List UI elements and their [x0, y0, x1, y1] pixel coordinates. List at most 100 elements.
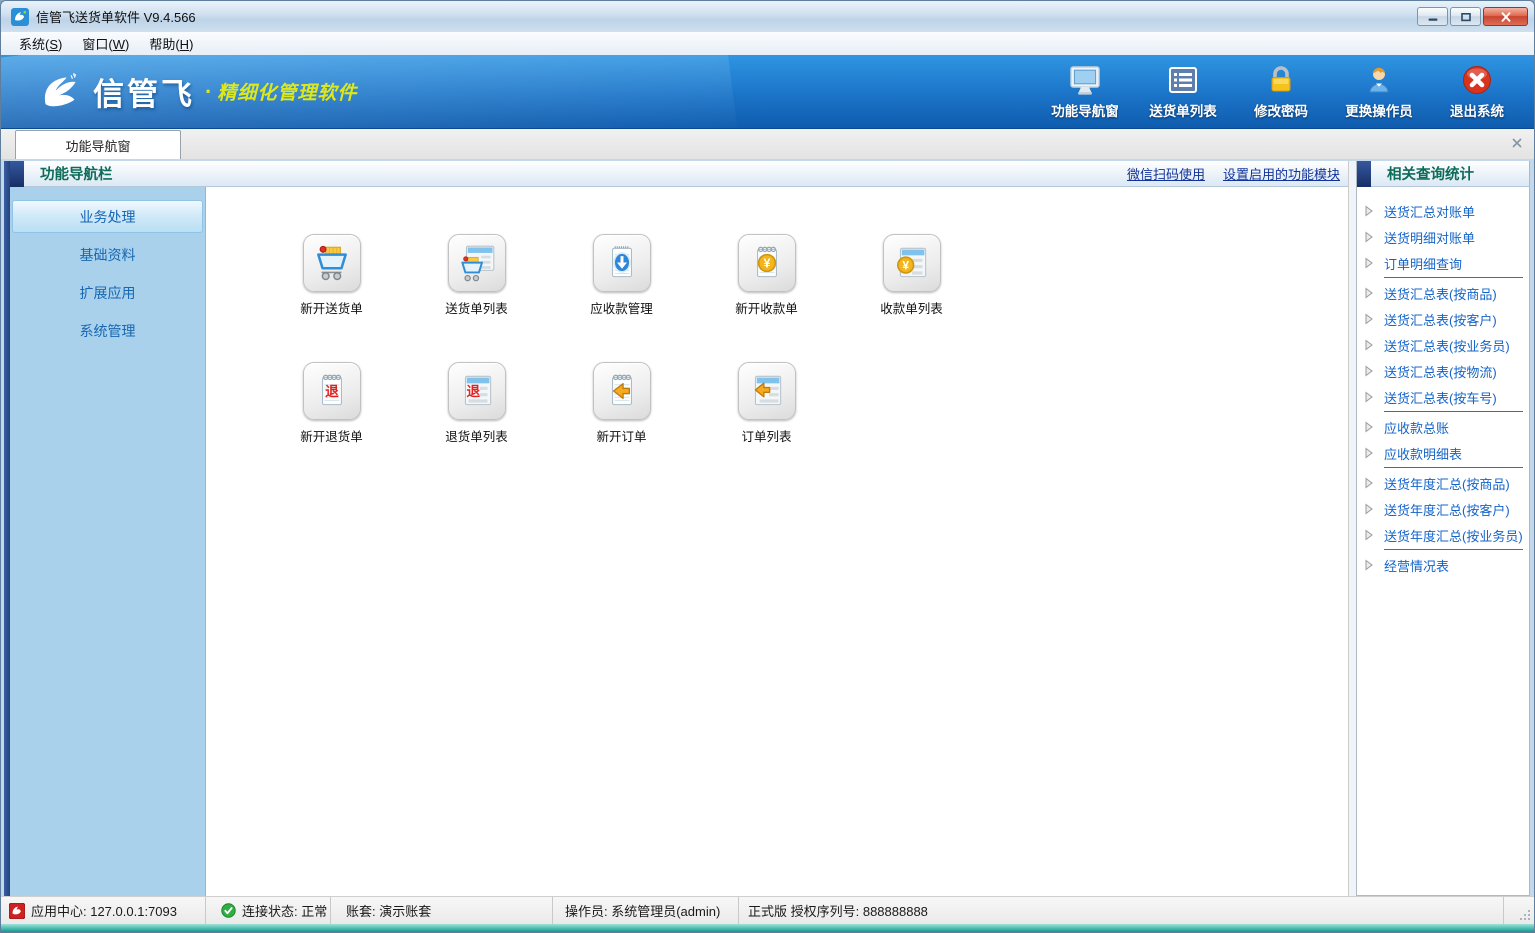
- query-link[interactable]: 送货明细对账单: [1357, 224, 1529, 250]
- app-logo-icon: [11, 8, 29, 26]
- query-panel: 相关查询统计 送货汇总对账单 送货明细对账单 订单明细查询 送货汇总表(按商品)…: [1356, 161, 1530, 896]
- grid-item-order-list[interactable]: 订单列表: [694, 362, 839, 445]
- divider: [1384, 277, 1523, 278]
- return-list-icon: 退: [448, 362, 506, 420]
- triangle-right-icon: [1364, 447, 1374, 459]
- query-link[interactable]: 送货汇总表(按物流): [1357, 358, 1529, 384]
- triangle-right-icon: [1364, 205, 1374, 217]
- menu-help[interactable]: 帮助(H): [139, 32, 203, 55]
- grid-item-new-delivery-order[interactable]: 新开送货单: [259, 234, 404, 317]
- toolbar-change-password-button[interactable]: 修改密码: [1242, 63, 1320, 120]
- wechat-scan-link[interactable]: 微信扫码使用: [1127, 164, 1205, 183]
- query-link[interactable]: 经营情况表: [1357, 552, 1529, 578]
- triangle-right-icon: [1364, 339, 1374, 351]
- status-connection: 连接状态: 正常: [206, 897, 331, 924]
- nav-panel-title: 功能导航栏: [40, 163, 113, 184]
- svg-text:退: 退: [466, 384, 480, 399]
- divider: [1384, 411, 1523, 412]
- header-accent-block: [1357, 161, 1371, 187]
- query-link[interactable]: 订单明细查询: [1357, 250, 1529, 276]
- nav-panel-header: 功能导航栏 微信扫码使用 设置启用的功能模块: [10, 161, 1348, 187]
- brand-dot: ·: [205, 79, 212, 105]
- receipt-icon: ¥: [738, 234, 796, 292]
- query-link[interactable]: 送货年度汇总(按商品): [1357, 470, 1529, 496]
- sidebar-item-basic-data[interactable]: 基础资料: [12, 238, 203, 271]
- grid-item-receipt-list[interactable]: ¥ 收款单列表: [839, 234, 984, 317]
- svg-text:¥: ¥: [763, 257, 770, 271]
- triangle-right-icon: [1364, 421, 1374, 433]
- minimize-button[interactable]: [1417, 7, 1448, 26]
- order-list-icon: [738, 362, 796, 420]
- grid-item-receivables-management[interactable]: 应收款管理: [549, 234, 694, 317]
- triangle-right-icon: [1364, 529, 1374, 541]
- menubar: 系统(S) 窗口(W) 帮助(H): [1, 32, 1534, 55]
- query-link[interactable]: 送货汇总表(按商品): [1357, 280, 1529, 306]
- query-link[interactable]: 送货汇总表(按业务员): [1357, 332, 1529, 358]
- titlebar: 信管飞送货单软件 V9.4.566: [1, 1, 1534, 32]
- header-links: 微信扫码使用 设置启用的功能模块: [1127, 164, 1340, 183]
- receipt-list-icon: ¥: [883, 234, 941, 292]
- window-bottom-edge: [1, 924, 1534, 932]
- query-link[interactable]: 送货汇总表(按车号): [1357, 384, 1529, 410]
- toolbar-switch-operator-button[interactable]: 更换操作员: [1340, 63, 1418, 120]
- cart-icon: [303, 234, 361, 292]
- restore-button[interactable]: [1450, 7, 1481, 26]
- header-toolbar: 功能导航窗 送货单列表: [1046, 63, 1516, 120]
- tabstrip: 功能导航窗: [1, 129, 1534, 159]
- query-link[interactable]: 送货汇总表(按客户): [1357, 306, 1529, 332]
- brand: 信管飞 · 精细化管理软件: [37, 69, 357, 114]
- sidebar: 业务处理 基础资料 扩展应用 系统管理: [10, 187, 206, 896]
- triangle-right-icon: [1364, 257, 1374, 269]
- grid-item-new-receipt[interactable]: ¥ 新开收款单: [694, 234, 839, 317]
- panel-gap: [1348, 161, 1356, 896]
- module-settings-link[interactable]: 设置启用的功能模块: [1223, 164, 1340, 183]
- resize-grip[interactable]: [1504, 897, 1534, 924]
- toolbar-delivery-list-button[interactable]: 送货单列表: [1144, 63, 1222, 120]
- brand-name: 信管飞: [93, 69, 195, 114]
- triangle-right-icon: [1364, 391, 1374, 403]
- lock-icon: [1264, 63, 1298, 97]
- brand-logo-icon: [37, 72, 83, 112]
- triangle-right-icon: [1364, 477, 1374, 489]
- triangle-right-icon: [1364, 365, 1374, 377]
- close-tab-icon[interactable]: [1510, 136, 1524, 150]
- grid-item-new-order[interactable]: 新开订单: [549, 362, 694, 445]
- close-button[interactable]: [1483, 7, 1528, 26]
- nav-body: 业务处理 基础资料 扩展应用 系统管理: [10, 187, 1348, 896]
- check-circle-icon: [221, 903, 236, 918]
- query-link[interactable]: 送货汇总对账单: [1357, 198, 1529, 224]
- app-window: 信管飞送货单软件 V9.4.566 系统(S) 窗口(W) 帮助(H): [0, 0, 1535, 933]
- monitor-icon: [1068, 63, 1102, 97]
- divider: [1384, 467, 1523, 468]
- query-panel-header: 相关查询统计: [1357, 161, 1529, 187]
- svg-text:退: 退: [325, 384, 339, 399]
- tab-nav-window[interactable]: 功能导航窗: [15, 130, 181, 159]
- query-link[interactable]: 送货年度汇总(按业务员): [1357, 522, 1529, 548]
- main-area: 功能导航栏 微信扫码使用 设置启用的功能模块 业务处理 基础资料 扩展应用 系统…: [1, 159, 1534, 896]
- menu-window[interactable]: 窗口(W): [72, 32, 139, 55]
- triangle-right-icon: [1364, 559, 1374, 571]
- triangle-right-icon: [1364, 503, 1374, 515]
- sidebar-item-extensions[interactable]: 扩展应用: [12, 276, 203, 309]
- receivables-icon: [593, 234, 651, 292]
- sidebar-item-system[interactable]: 系统管理: [12, 314, 203, 347]
- cart-list-icon: [448, 234, 506, 292]
- sidebar-item-business[interactable]: 业务处理: [12, 200, 203, 233]
- toolbar-nav-window-button[interactable]: 功能导航窗: [1046, 63, 1124, 120]
- svg-text:¥: ¥: [902, 259, 909, 273]
- toolbar-exit-button[interactable]: 退出系统: [1438, 63, 1516, 120]
- grid-item-delivery-order-list[interactable]: 送货单列表: [404, 234, 549, 317]
- menu-system[interactable]: 系统(S): [9, 32, 72, 55]
- grid-item-new-return-order[interactable]: 退 新开退货单: [259, 362, 404, 445]
- query-link[interactable]: 应收款总账: [1357, 414, 1529, 440]
- query-panel-title: 相关查询统计: [1387, 163, 1474, 184]
- user-icon: [1362, 63, 1396, 97]
- grid-row: 新开送货单: [259, 234, 1348, 317]
- query-link[interactable]: 送货年度汇总(按客户): [1357, 496, 1529, 522]
- shortcut-grid: 新开送货单: [206, 187, 1348, 896]
- header-accent-block: [10, 161, 24, 187]
- query-link-list: 送货汇总对账单 送货明细对账单 订单明细查询 送货汇总表(按商品) 送货汇总表(…: [1357, 187, 1529, 578]
- query-link[interactable]: 应收款明细表: [1357, 440, 1529, 466]
- grid-item-return-order-list[interactable]: 退 退货单列表: [404, 362, 549, 445]
- triangle-right-icon: [1364, 287, 1374, 299]
